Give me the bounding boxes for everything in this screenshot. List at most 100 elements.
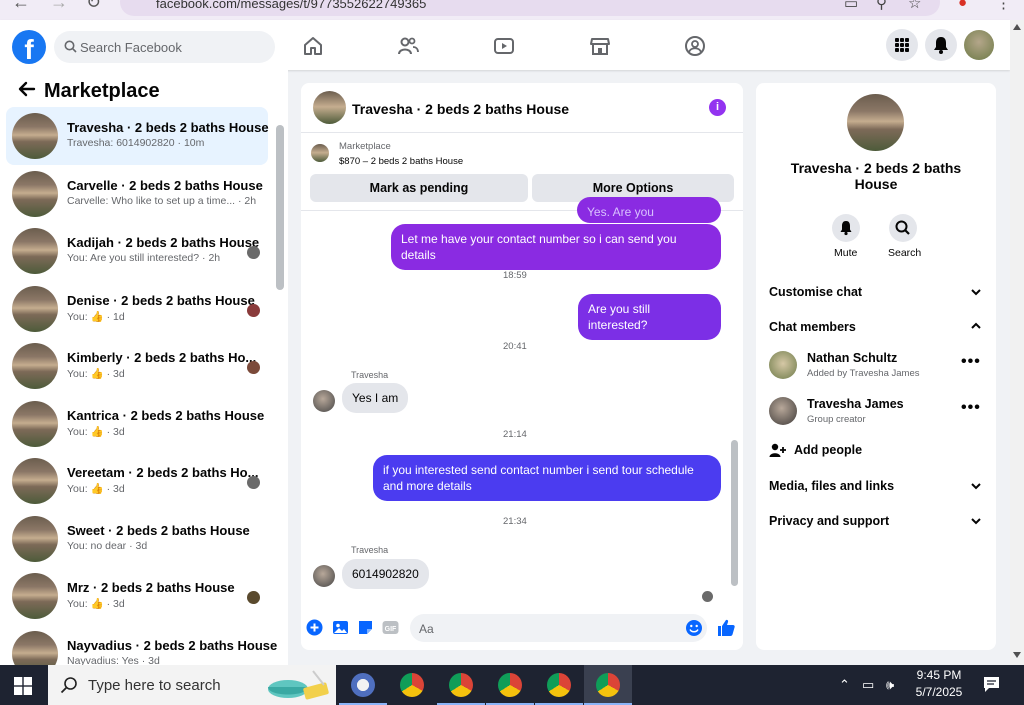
sticker-icon[interactable] bbox=[357, 619, 374, 636]
conversation-item[interactable]: Carvelle · 2 beds 2 baths House Carvelle… bbox=[6, 165, 268, 223]
menu-grid-button[interactable] bbox=[886, 29, 918, 61]
message-input[interactable]: Aa bbox=[410, 614, 707, 642]
search-box[interactable]: Search Facebook bbox=[54, 31, 275, 63]
volume-icon[interactable]: 🕪 bbox=[886, 677, 894, 693]
info-icon[interactable]: i bbox=[709, 99, 726, 116]
marketplace-icon[interactable] bbox=[589, 35, 611, 57]
more-icon[interactable]: ••• bbox=[961, 399, 981, 417]
chat-scrollbar[interactable] bbox=[731, 440, 738, 586]
conversation-item[interactable]: Kimberly · 2 beds 2 baths Ho... You: 👍 ·… bbox=[6, 337, 268, 395]
mark-as-pending-button[interactable]: Mark as pending bbox=[310, 174, 528, 202]
thumbs-up-icon: 👍 bbox=[90, 483, 104, 495]
gif-icon[interactable]: GIF bbox=[382, 619, 399, 636]
profile-icon[interactable]: ● bbox=[958, 0, 967, 11]
plus-circle-icon[interactable] bbox=[306, 619, 323, 636]
chevron-down-icon[interactable] bbox=[970, 286, 982, 298]
taskbar-app-icon[interactable] bbox=[351, 673, 375, 697]
member-avatar[interactable] bbox=[769, 351, 797, 379]
listing-thumbnail bbox=[12, 228, 58, 274]
conversation-preview: Travesha: 6014902820 · 10m bbox=[67, 137, 205, 149]
sender-avatar[interactable] bbox=[313, 565, 335, 587]
url-text[interactable]: facebook.com/messages/t/9773552622749365 bbox=[156, 0, 426, 11]
notification-center-icon[interactable] bbox=[983, 676, 1000, 693]
chrome-profile-icon[interactable] bbox=[596, 673, 620, 697]
chat-title[interactable]: Travesha · 2 beds 2 baths House bbox=[352, 101, 569, 117]
listing-thumbnail bbox=[12, 400, 58, 447]
video-icon[interactable] bbox=[493, 35, 515, 57]
seen-avatar bbox=[247, 591, 260, 604]
more-icon[interactable]: ••• bbox=[961, 353, 981, 371]
member-avatar[interactable] bbox=[769, 397, 797, 425]
preview-suffix: · 3d bbox=[106, 368, 125, 380]
chat-details-panel: Travesha · 2 beds 2 baths House Mute Sea… bbox=[756, 83, 996, 650]
bookmark-star-icon[interactable]: ☆ bbox=[908, 0, 921, 12]
chrome-profile-icon[interactable] bbox=[547, 673, 571, 697]
media-files-row[interactable]: Media, files and links bbox=[769, 479, 894, 493]
conversation-item[interactable]: Denise · 2 beds 2 baths House You: 👍 · 1… bbox=[6, 280, 268, 338]
bell-icon bbox=[840, 221, 852, 236]
seen-avatar bbox=[247, 303, 260, 317]
conversation-name: Kadijah · 2 beds 2 baths House bbox=[67, 235, 260, 250]
listing-price[interactable]: $870 – 2 beds 2 baths House bbox=[339, 156, 463, 167]
listing-thumbnail bbox=[12, 573, 58, 619]
conversation-scrollbar[interactable] bbox=[276, 125, 284, 290]
emoji-icon[interactable] bbox=[685, 619, 703, 637]
conversation-item[interactable]: Vereetam · 2 beds 2 baths Ho... You: 👍 ·… bbox=[6, 452, 268, 510]
chat-panel: Travesha · 2 beds 2 baths House i Market… bbox=[301, 83, 743, 650]
reload-icon[interactable]: ↻ bbox=[86, 0, 101, 13]
groups-icon[interactable] bbox=[684, 35, 706, 57]
conversation-item[interactable]: Travesha · 2 beds 2 baths House Travesha… bbox=[6, 107, 269, 165]
zoom-icon[interactable]: ⚲ bbox=[876, 0, 887, 12]
conversation-name: Kantrica · 2 beds 2 baths House bbox=[67, 407, 265, 423]
conversation-item[interactable]: Nayvadius · 2 beds 2 baths House Nayvadi… bbox=[6, 625, 277, 665]
account-avatar[interactable] bbox=[964, 30, 994, 60]
chat-avatar-large[interactable] bbox=[847, 94, 904, 151]
conversation-item[interactable]: Kadijah · 2 beds 2 baths House You: Are … bbox=[6, 222, 268, 280]
page-scrollbar[interactable] bbox=[1010, 20, 1024, 665]
chrome-profile-icon[interactable] bbox=[449, 673, 473, 697]
mute-label: Mute bbox=[834, 247, 858, 259]
conversation-item[interactable]: Kantrica · 2 beds 2 baths House You: 👍 ·… bbox=[6, 395, 268, 453]
screen-cast-icon[interactable]: ▭ bbox=[844, 0, 858, 12]
scroll-down-icon[interactable] bbox=[1013, 652, 1021, 658]
taskbar-search[interactable]: Type here to search bbox=[48, 665, 336, 705]
privacy-support-row[interactable]: Privacy and support bbox=[769, 514, 889, 528]
search-label: Search bbox=[888, 247, 922, 259]
conversation-item[interactable]: Sweet · 2 beds 2 baths House You: no dea… bbox=[6, 510, 268, 568]
thumbs-up-icon[interactable] bbox=[717, 618, 736, 637]
chevron-down-icon[interactable] bbox=[970, 515, 982, 527]
conversation-item[interactable]: Mrz · 2 beds 2 baths House You: 👍 · 3d bbox=[6, 567, 268, 625]
add-people-button[interactable]: Add people bbox=[794, 443, 862, 457]
mute-button[interactable] bbox=[832, 214, 860, 242]
search-button[interactable] bbox=[889, 214, 917, 242]
friends-icon[interactable] bbox=[397, 35, 419, 57]
facebook-logo-icon[interactable]: f bbox=[12, 30, 46, 64]
show-hidden-icons-icon[interactable]: ⌃ bbox=[839, 677, 850, 693]
chevron-up-icon[interactable] bbox=[970, 320, 982, 332]
chrome-icon[interactable] bbox=[400, 673, 424, 697]
scroll-up-icon[interactable] bbox=[1013, 24, 1021, 30]
svg-text:GIF: GIF bbox=[385, 626, 397, 633]
search-icon bbox=[64, 40, 77, 53]
chat-members-row[interactable]: Chat members bbox=[769, 320, 856, 334]
forward-icon[interactable]: → bbox=[50, 0, 68, 13]
conversation-preview: You: 👍 · 3d bbox=[67, 482, 125, 495]
chrome-profile-icon[interactable] bbox=[498, 673, 522, 697]
sender-avatar[interactable] bbox=[313, 390, 335, 412]
facebook-header: f Search Facebook bbox=[0, 20, 1010, 70]
add-person-icon[interactable] bbox=[769, 443, 786, 458]
taskbar-clock[interactable]: 9:45 PM 5/7/2025 bbox=[905, 668, 973, 699]
customise-chat-row[interactable]: Customise chat bbox=[769, 285, 862, 299]
back-icon[interactable]: ← bbox=[12, 0, 30, 13]
home-icon[interactable] bbox=[302, 35, 324, 57]
chevron-down-icon[interactable] bbox=[970, 480, 982, 492]
windows-start-icon[interactable] bbox=[14, 677, 32, 695]
notifications-button[interactable] bbox=[925, 29, 957, 61]
chat-avatar[interactable] bbox=[313, 91, 346, 124]
photo-icon[interactable] bbox=[332, 619, 349, 636]
member-name[interactable]: Nathan Schultz bbox=[807, 351, 897, 365]
member-name[interactable]: Travesha James bbox=[807, 397, 904, 411]
back-arrow-icon[interactable] bbox=[16, 81, 38, 97]
network-icon[interactable]: ▭ bbox=[862, 677, 874, 693]
browser-menu-icon[interactable]: ⋮ bbox=[996, 0, 1011, 12]
